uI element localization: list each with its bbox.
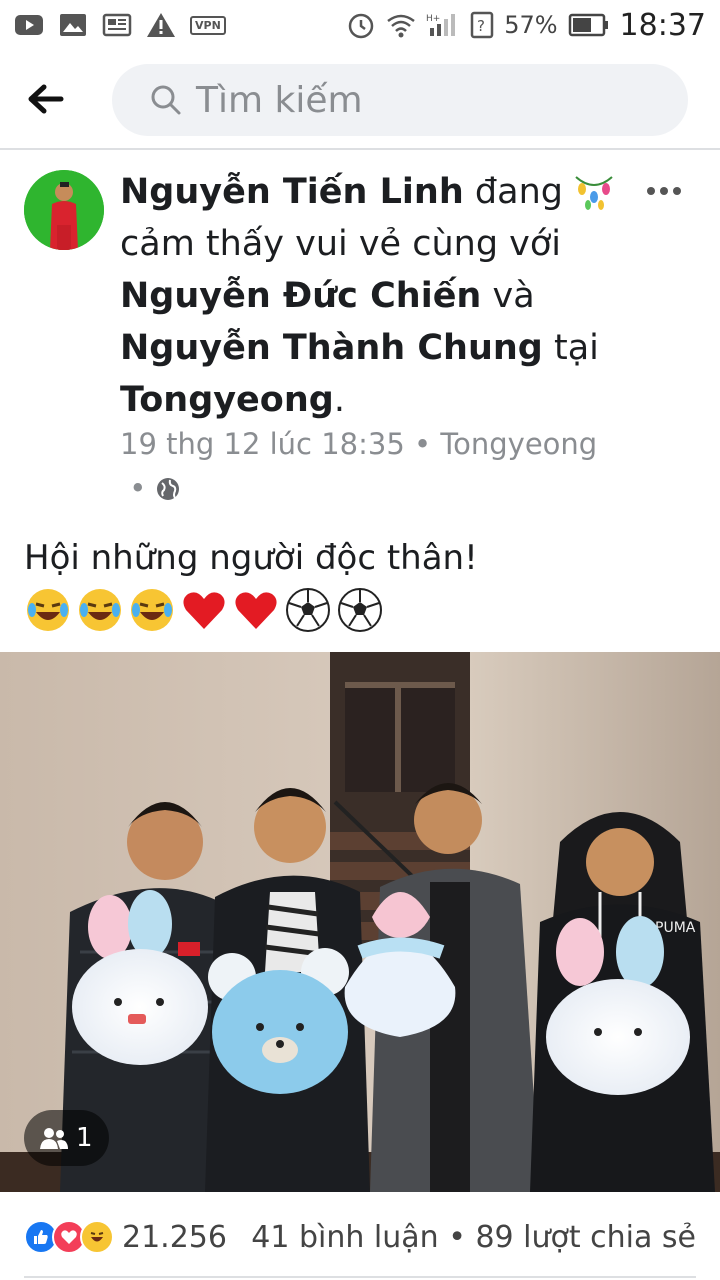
meta-separator-2: • [120, 471, 156, 505]
laughing-emoji-icon [79, 589, 121, 631]
laughing-emoji-icon [131, 589, 173, 631]
search-placeholder: Tìm kiếm [196, 79, 363, 121]
search-input[interactable]: Tìm kiếm [112, 64, 688, 136]
red-heart-icon [183, 592, 225, 629]
globe-icon [156, 478, 179, 500]
author-name[interactable]: Nguyễn Tiến Linh [120, 172, 464, 212]
people-icon [40, 1128, 68, 1149]
battery-percent: 57% [504, 11, 558, 39]
red-heart-icon [235, 592, 277, 629]
post-meta: 19 thg 12 lúc 18:35 • Tongyeong • [120, 422, 640, 510]
tagged-people-badge[interactable]: 1 [24, 1110, 109, 1166]
meta-separator: • [414, 427, 441, 461]
more-dots-icon [647, 187, 681, 195]
no-sim-icon: ? [470, 11, 494, 39]
comments-count[interactable]: 41 bình luận [251, 1220, 438, 1255]
post-headline: Nguyễn Tiến Linh đang cảm thấy vui vẻ cù… [120, 166, 620, 426]
alarm-icon [348, 13, 374, 39]
feeling-prefix: đang [474, 172, 563, 212]
wifi-icon [387, 14, 415, 38]
reaction-count: 21.256 [122, 1219, 227, 1255]
status-bar: VPN H+ ? 57% 18:37 [0, 0, 720, 50]
avatar[interactable] [24, 170, 104, 250]
reaction-summary[interactable]: 21.256 [24, 1220, 227, 1255]
more-options-button[interactable] [646, 170, 682, 205]
footer-separator: • [448, 1219, 476, 1255]
svg-text:PUMA: PUMA [655, 920, 696, 936]
top-bar: Tìm kiếm [0, 50, 720, 150]
network-type-label: H+ [426, 14, 440, 24]
back-button[interactable] [0, 49, 90, 149]
tagged-person-1[interactable]: Nguyễn Đức Chiến [120, 276, 481, 316]
feeling-text: cảm thấy vui vẻ cùng với [120, 224, 562, 264]
location-link[interactable]: Tongyeong [120, 380, 334, 420]
post-body: Hội những người độc thân! [24, 532, 704, 634]
emoji-row [24, 586, 704, 634]
soccer-ball-icon [338, 588, 382, 632]
cellular-signal-icon: H+ [426, 14, 456, 36]
shares-count[interactable]: 89 lượt chia sẻ [475, 1220, 696, 1255]
at-text: tại [553, 328, 599, 368]
and-text: và [492, 276, 535, 316]
post-message: Hội những người độc thân! [24, 538, 478, 578]
laughing-emoji-icon [27, 589, 69, 631]
reactions-bar: 21.256 41 bình luận • 89 lượt chia sẻ [0, 1194, 720, 1280]
news-notification-icon [102, 13, 132, 37]
period: . [333, 380, 345, 420]
tagged-count: 1 [76, 1123, 93, 1153]
warning-icon [147, 13, 175, 37]
battery-icon [568, 13, 608, 37]
haha-reaction-icon [80, 1220, 114, 1254]
engagement-summary: 41 bình luận • 89 lượt chia sẻ [251, 1220, 696, 1255]
svg-text:?: ? [477, 17, 485, 35]
back-arrow-icon [28, 84, 64, 114]
tagged-person-2[interactable]: Nguyễn Thành Chung [120, 328, 543, 368]
youtube-notification-icon [15, 15, 43, 35]
gallery-notification-icon [60, 14, 86, 36]
vpn-icon: VPN [190, 15, 226, 35]
divider [24, 1276, 696, 1278]
party-lights-icon [575, 176, 613, 210]
avatar-image [24, 170, 104, 250]
clock: 18:37 [619, 7, 706, 43]
soccer-ball-icon [286, 588, 330, 632]
search-icon [151, 85, 181, 115]
post-timestamp[interactable]: 19 thg 12 lúc 18:35 [120, 427, 405, 461]
meta-location[interactable]: Tongyeong [440, 427, 597, 461]
post-photo[interactable]: PUMA [0, 652, 720, 1192]
group-photo-image: PUMA [0, 652, 720, 1192]
